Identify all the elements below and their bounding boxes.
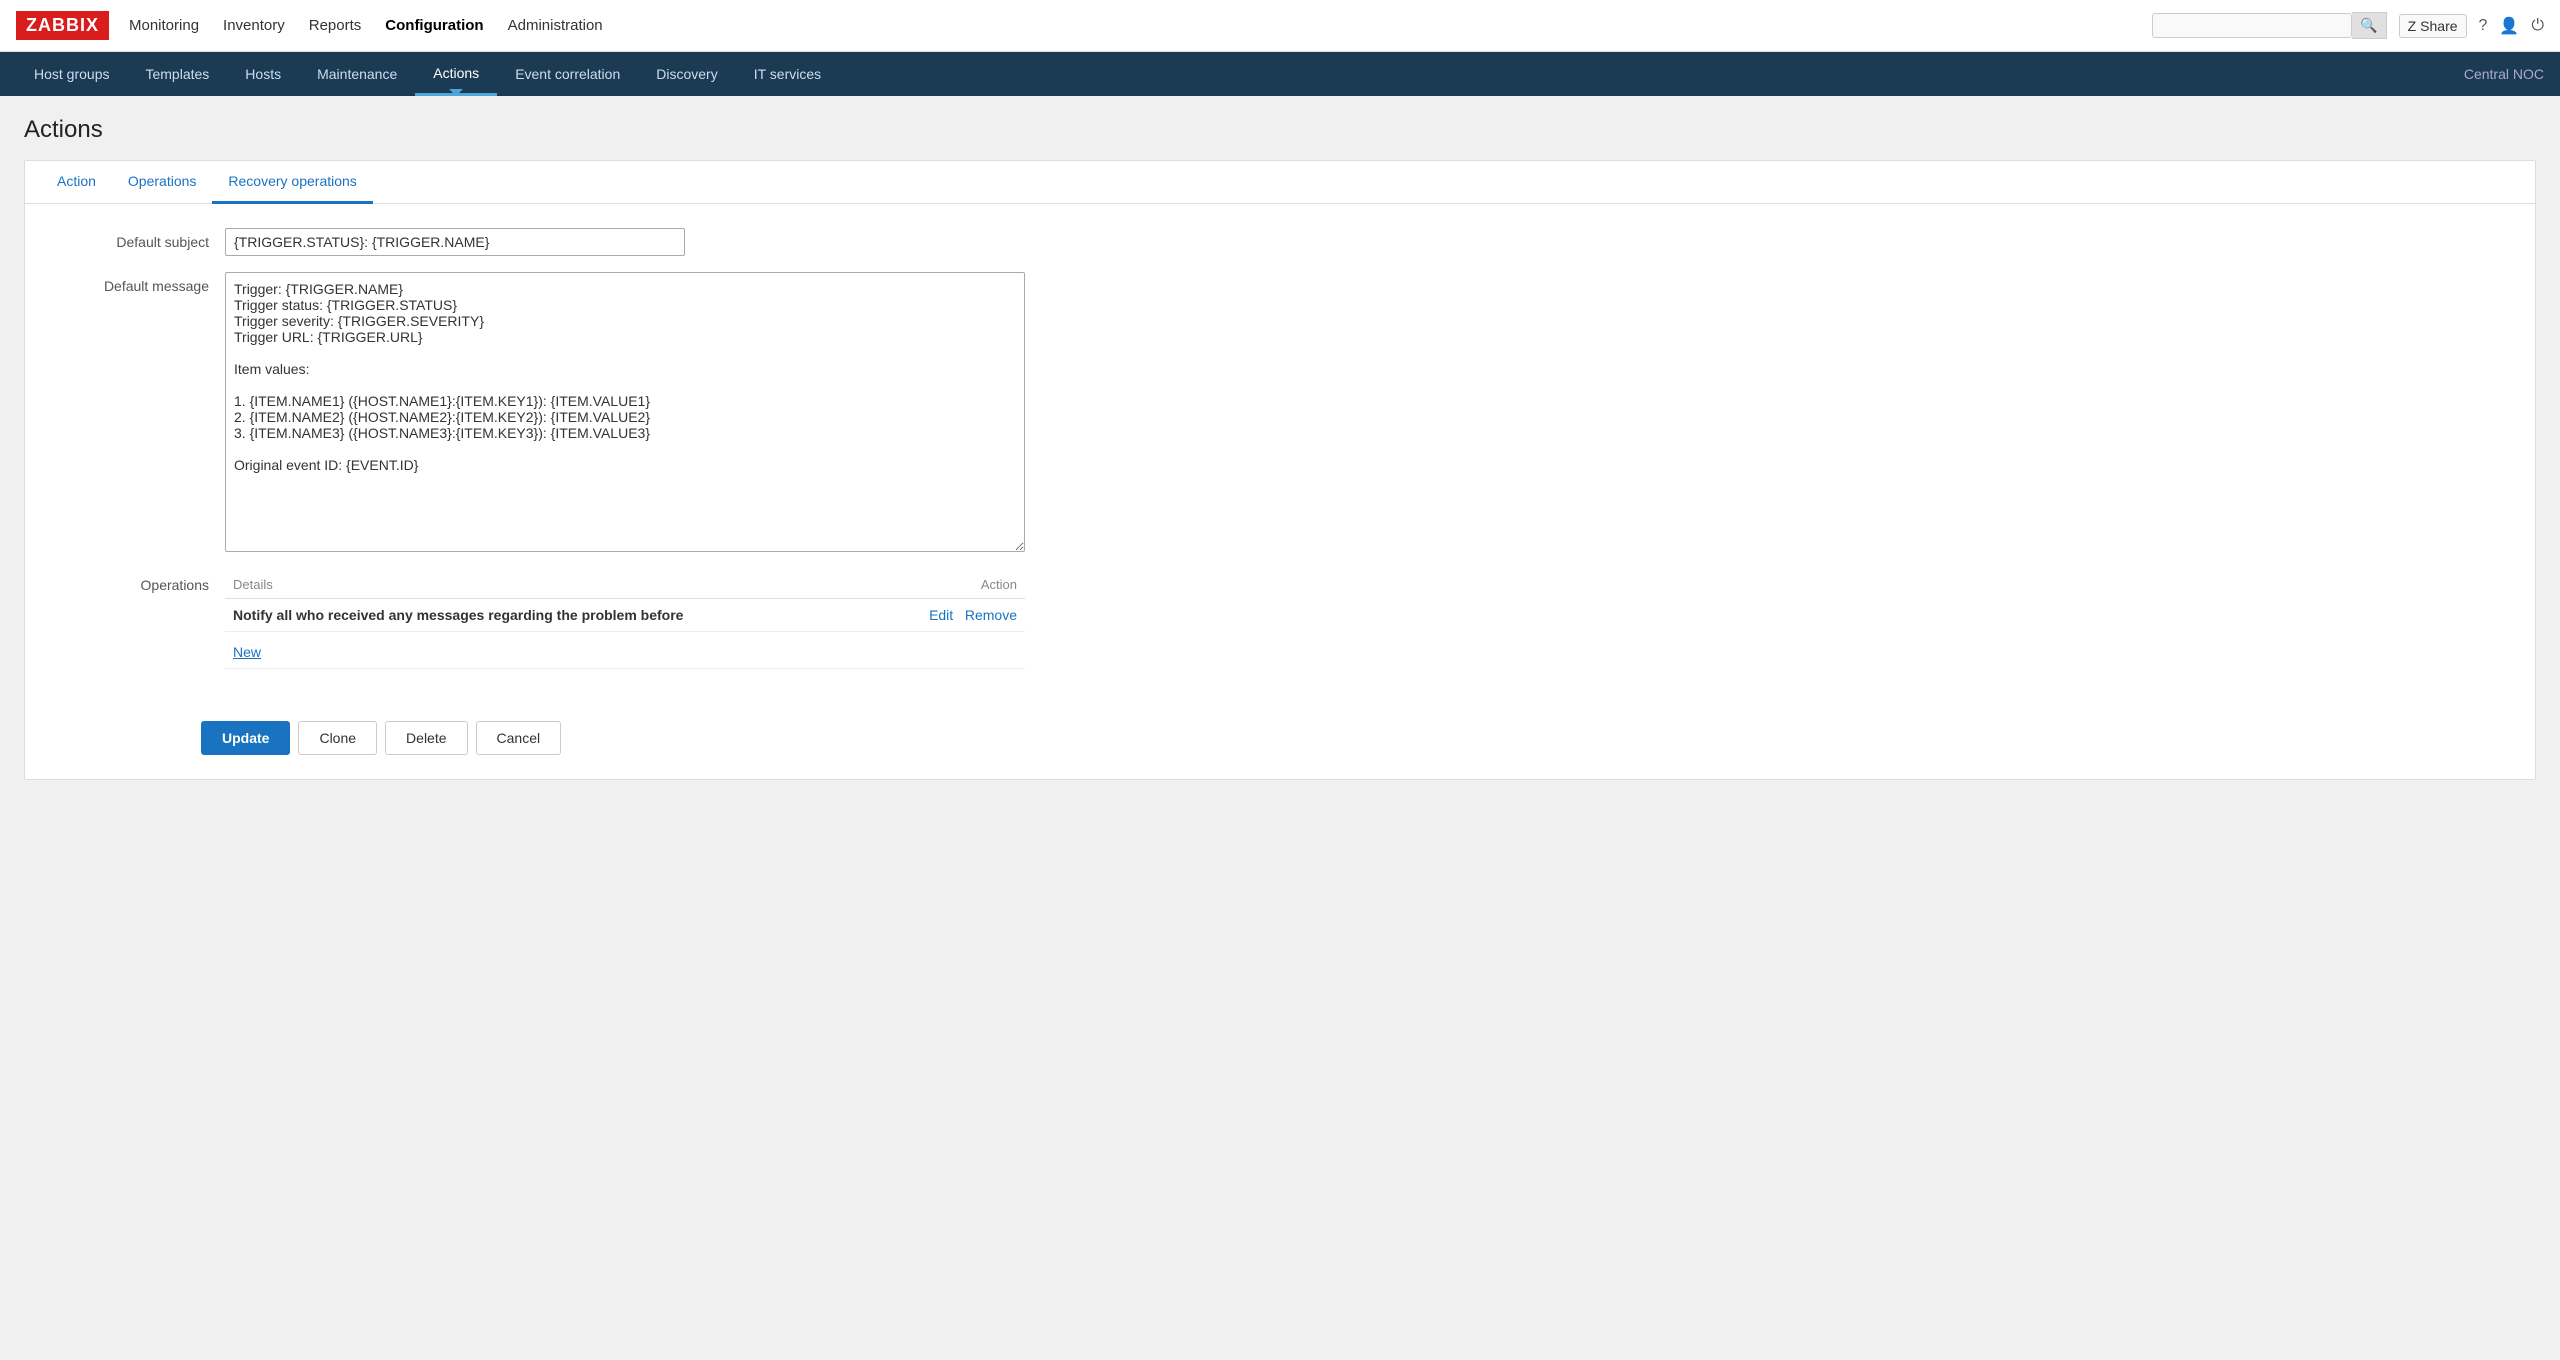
power-button[interactable]: ⏻	[2531, 17, 2544, 35]
form-body: Default subject Default message Trigger:…	[25, 204, 2535, 713]
cancel-button[interactable]: Cancel	[476, 721, 562, 755]
subnav-hosts[interactable]: Hosts	[227, 52, 299, 96]
sub-nav-links: Host groups Templates Hosts Maintenance …	[16, 52, 2464, 96]
help-button[interactable]: ?	[2479, 17, 2488, 35]
default-subject-row: Default subject	[65, 228, 2495, 256]
default-subject-label: Default subject	[65, 228, 225, 250]
search-wrap: 🔍	[2152, 12, 2386, 39]
search-input[interactable]	[2152, 13, 2352, 38]
share-icon: Z	[2408, 18, 2417, 34]
operation-details-text: Notify all who received any messages reg…	[233, 607, 683, 623]
subnav-actions[interactable]: Actions	[415, 52, 497, 96]
top-nav-right: 🔍 Z Share ? 👤 ⏻	[2152, 12, 2544, 39]
tab-action[interactable]: Action	[41, 161, 112, 204]
sub-nav: Host groups Templates Hosts Maintenance …	[0, 52, 2560, 96]
new-cell: New	[225, 632, 1025, 669]
page-content: Actions Action Operations Recovery opera…	[0, 96, 2560, 1360]
form-tabs: Action Operations Recovery operations	[25, 161, 2535, 204]
default-message-row: Default message Trigger: {TRIGGER.NAME} …	[65, 272, 2495, 555]
operations-label: Operations	[65, 571, 225, 593]
col-details-header: Details	[225, 571, 879, 599]
form-card: Action Operations Recovery operations De…	[24, 160, 2536, 780]
delete-button[interactable]: Delete	[385, 721, 467, 755]
subnav-discovery[interactable]: Discovery	[638, 52, 735, 96]
edit-link[interactable]: Edit	[929, 607, 953, 623]
subnav-right-label: Central NOC	[2464, 66, 2544, 82]
operations-table: Details Action Notify all who received a…	[225, 571, 1025, 669]
share-button[interactable]: Z Share	[2399, 14, 2467, 38]
nav-configuration[interactable]: Configuration	[385, 17, 483, 34]
clone-button[interactable]: Clone	[298, 721, 377, 755]
nav-reports[interactable]: Reports	[309, 17, 362, 34]
subnav-it-services[interactable]: IT services	[736, 52, 839, 96]
tab-operations[interactable]: Operations	[112, 161, 212, 204]
search-button[interactable]: 🔍	[2352, 12, 2386, 39]
share-label: Share	[2420, 18, 2457, 34]
subnav-event-correlation[interactable]: Event correlation	[497, 52, 638, 96]
subnav-host-groups[interactable]: Host groups	[16, 52, 127, 96]
operations-table-header: Details Action	[225, 571, 1025, 599]
default-subject-input[interactable]	[225, 228, 685, 256]
tab-recovery-operations[interactable]: Recovery operations	[212, 161, 372, 204]
operations-table-wrap: Details Action Notify all who received a…	[225, 571, 2495, 669]
operation-details-cell: Notify all who received any messages reg…	[225, 599, 879, 632]
nav-inventory[interactable]: Inventory	[223, 17, 285, 34]
subnav-templates[interactable]: Templates	[127, 52, 227, 96]
table-row: Notify all who received any messages reg…	[225, 599, 1025, 632]
user-button[interactable]: 👤	[2499, 16, 2519, 36]
operation-action-cell: Edit Remove	[879, 599, 1025, 632]
page-title: Actions	[24, 116, 2536, 144]
new-link[interactable]: New	[233, 644, 261, 660]
remove-link[interactable]: Remove	[965, 607, 1017, 623]
nav-monitoring[interactable]: Monitoring	[129, 17, 199, 34]
operations-section: Operations Details Action Not	[65, 571, 2495, 669]
col-action-header: Action	[879, 571, 1025, 599]
subnav-maintenance[interactable]: Maintenance	[299, 52, 415, 96]
form-buttons: Update Clone Delete Cancel	[25, 713, 2535, 779]
update-button[interactable]: Update	[201, 721, 290, 755]
top-nav-links: Monitoring Inventory Reports Configurati…	[129, 17, 2152, 34]
new-row: New	[225, 632, 1025, 669]
default-message-label: Default message	[65, 272, 225, 294]
logo[interactable]: ZABBIX	[16, 11, 109, 40]
default-subject-input-wrap	[225, 228, 2495, 256]
nav-administration[interactable]: Administration	[508, 17, 603, 34]
default-message-input-wrap: Trigger: {TRIGGER.NAME} Trigger status: …	[225, 272, 2495, 555]
top-nav: ZABBIX Monitoring Inventory Reports Conf…	[0, 0, 2560, 52]
default-message-textarea[interactable]: Trigger: {TRIGGER.NAME} Trigger status: …	[225, 272, 1025, 552]
